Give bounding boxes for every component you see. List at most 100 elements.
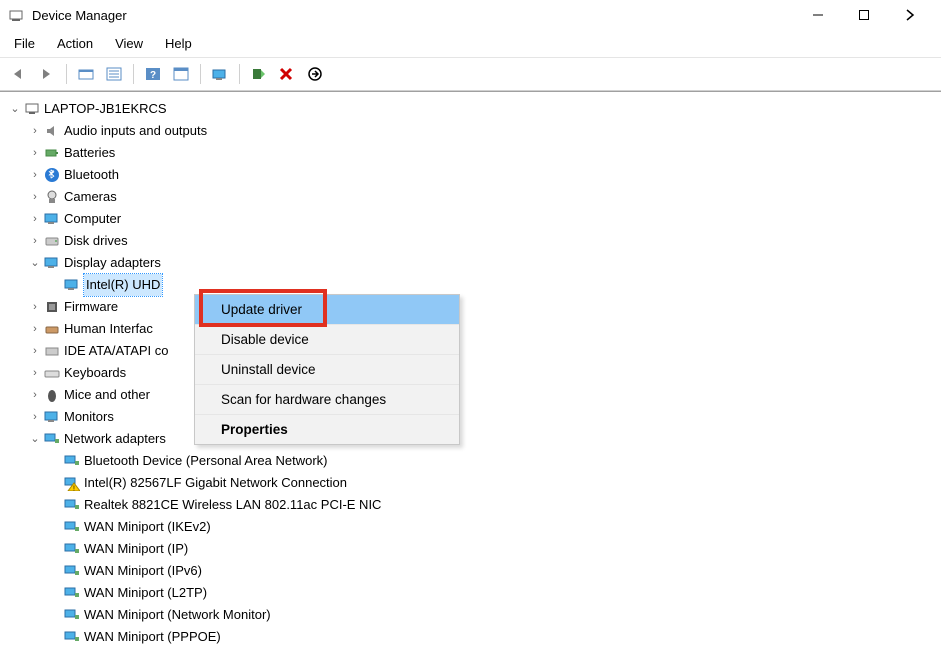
device-label: WAN Miniport (Network Monitor) — [84, 604, 271, 626]
monitor-icon — [44, 409, 60, 425]
device-tree[interactable]: ⌄ LAPTOP-JB1EKRCS ›Audio inputs and outp… — [0, 92, 941, 648]
update-driver-button[interactable] — [246, 62, 272, 86]
expand-icon[interactable]: › — [28, 318, 42, 340]
collapse-icon[interactable]: ⌄ — [28, 252, 42, 274]
tree-device[interactable]: WAN Miniport (IP) — [48, 538, 941, 560]
audio-icon — [44, 123, 60, 139]
display-icon — [44, 255, 60, 271]
action-button[interactable] — [168, 62, 194, 86]
ctx-update-driver[interactable]: Update driver — [195, 295, 459, 325]
tree-category-display-adapters[interactable]: ⌄ Display adapters — [28, 252, 941, 274]
tree-category[interactable]: ›Disk drives — [28, 230, 941, 252]
expand-icon[interactable]: › — [28, 142, 42, 164]
tree-category[interactable]: ›Cameras — [28, 186, 941, 208]
network-icon — [64, 607, 80, 623]
device-label: Realtek 8821CE Wireless LAN 802.11ac PCI… — [84, 494, 381, 516]
expand-icon[interactable]: › — [28, 208, 42, 230]
ctx-properties[interactable]: Properties — [195, 415, 459, 444]
tree-device-intel-uhd[interactable]: Intel(R) UHD — [48, 274, 224, 296]
svg-text:?: ? — [150, 70, 156, 81]
ide-icon — [44, 343, 60, 359]
expand-icon[interactable]: › — [28, 186, 42, 208]
app-icon — [8, 7, 24, 23]
tree-category[interactable]: › Batteries — [28, 142, 941, 164]
collapse-icon[interactable]: ⌄ — [8, 98, 22, 120]
device-label: Bluetooth Device (Personal Area Network) — [84, 450, 328, 472]
tree-category[interactable]: › Bluetooth — [28, 164, 941, 186]
network-icon — [64, 453, 80, 469]
tree-device[interactable]: Bluetooth Device (Personal Area Network) — [48, 450, 941, 472]
tree-device[interactable]: WAN Miniport (PPPOE) — [48, 626, 941, 648]
title-bar: Device Manager — [0, 0, 941, 30]
expand-icon[interactable]: › — [28, 296, 42, 318]
display-icon — [64, 277, 80, 293]
properties-button[interactable] — [101, 62, 127, 86]
uninstall-button[interactable] — [274, 62, 300, 86]
tree-category[interactable]: › Mice and other — [28, 384, 941, 406]
tree-device[interactable]: ! Intel(R) 82567LF Gigabit Network Connec… — [48, 472, 941, 494]
tree-device[interactable]: WAN Miniport (IKEv2) — [48, 516, 941, 538]
device-label: Intel(R) 82567LF Gigabit Network Connect… — [84, 472, 347, 494]
forward-button[interactable] — [34, 62, 60, 86]
tree-category[interactable]: › Computer — [28, 208, 941, 230]
tree-root[interactable]: ⌄ LAPTOP-JB1EKRCS — [8, 98, 941, 120]
tree-category[interactable]: ›Keyboards — [28, 362, 941, 384]
expand-icon[interactable]: › — [28, 362, 42, 384]
category-label: Computer — [64, 208, 121, 230]
disable-button[interactable] — [302, 62, 328, 86]
maximize-button[interactable] — [841, 0, 887, 30]
tree-category[interactable]: ›Human Interfac — [28, 318, 941, 340]
scan-button[interactable] — [207, 62, 233, 86]
tree-device[interactable]: WAN Miniport (IPv6) — [48, 560, 941, 582]
ctx-scan-hardware[interactable]: Scan for hardware changes — [195, 385, 459, 415]
ctx-uninstall-device[interactable]: Uninstall device — [195, 355, 459, 385]
show-hidden-button[interactable] — [73, 62, 99, 86]
category-label: Batteries — [64, 142, 115, 164]
menu-action[interactable]: Action — [53, 34, 97, 53]
menu-help[interactable]: Help — [161, 34, 196, 53]
keyboard-icon — [44, 365, 60, 381]
category-label: Mice and other — [64, 384, 150, 406]
overflow-button[interactable] — [887, 0, 933, 30]
tree-category-network-adapters[interactable]: ⌄ Network adapters — [28, 428, 941, 450]
battery-icon — [44, 145, 60, 161]
menu-file[interactable]: File — [10, 34, 39, 53]
tree-device[interactable]: WAN Miniport (L2TP) — [48, 582, 941, 604]
collapse-icon[interactable]: ⌄ — [28, 428, 42, 450]
minimize-button[interactable] — [795, 0, 841, 30]
device-label: WAN Miniport (IPv6) — [84, 560, 202, 582]
expand-icon[interactable]: › — [28, 340, 42, 362]
tree-device[interactable]: WAN Miniport (Network Monitor) — [48, 604, 941, 626]
help-button[interactable]: ? — [140, 62, 166, 86]
expand-icon[interactable]: › — [28, 164, 42, 186]
network-icon — [64, 541, 80, 557]
computer-icon — [44, 211, 60, 227]
category-label: IDE ATA/ATAPI co — [64, 340, 169, 362]
expand-icon[interactable]: › — [28, 230, 42, 252]
toolbar: ? — [0, 58, 941, 91]
device-label: WAN Miniport (IP) — [84, 538, 188, 560]
tree-device[interactable]: Realtek 8821CE Wireless LAN 802.11ac PCI… — [48, 494, 941, 516]
category-label: Bluetooth — [64, 164, 119, 186]
menu-view[interactable]: View — [111, 34, 147, 53]
category-label: Monitors — [64, 406, 114, 428]
tree-category[interactable]: ›Firmware — [28, 296, 941, 318]
camera-icon — [44, 189, 60, 205]
firmware-icon — [44, 299, 60, 315]
tree-category[interactable]: ›Audio inputs and outputs — [28, 120, 941, 142]
ctx-disable-device[interactable]: Disable device — [195, 325, 459, 355]
bluetooth-icon — [44, 167, 60, 183]
expand-icon[interactable]: › — [28, 120, 42, 142]
tree-category[interactable]: › IDE ATA/ATAPI co — [28, 340, 941, 362]
disk-icon — [44, 233, 60, 249]
network-icon — [64, 585, 80, 601]
category-label: Network adapters — [64, 428, 166, 450]
hid-icon — [44, 321, 60, 337]
expand-icon[interactable]: › — [28, 384, 42, 406]
category-label: Display adapters — [64, 252, 161, 274]
network-icon — [64, 497, 80, 513]
expand-icon[interactable]: › — [28, 406, 42, 428]
tree-category[interactable]: › Monitors — [28, 406, 941, 428]
back-button[interactable] — [6, 62, 32, 86]
svg-text:!: ! — [73, 486, 75, 492]
